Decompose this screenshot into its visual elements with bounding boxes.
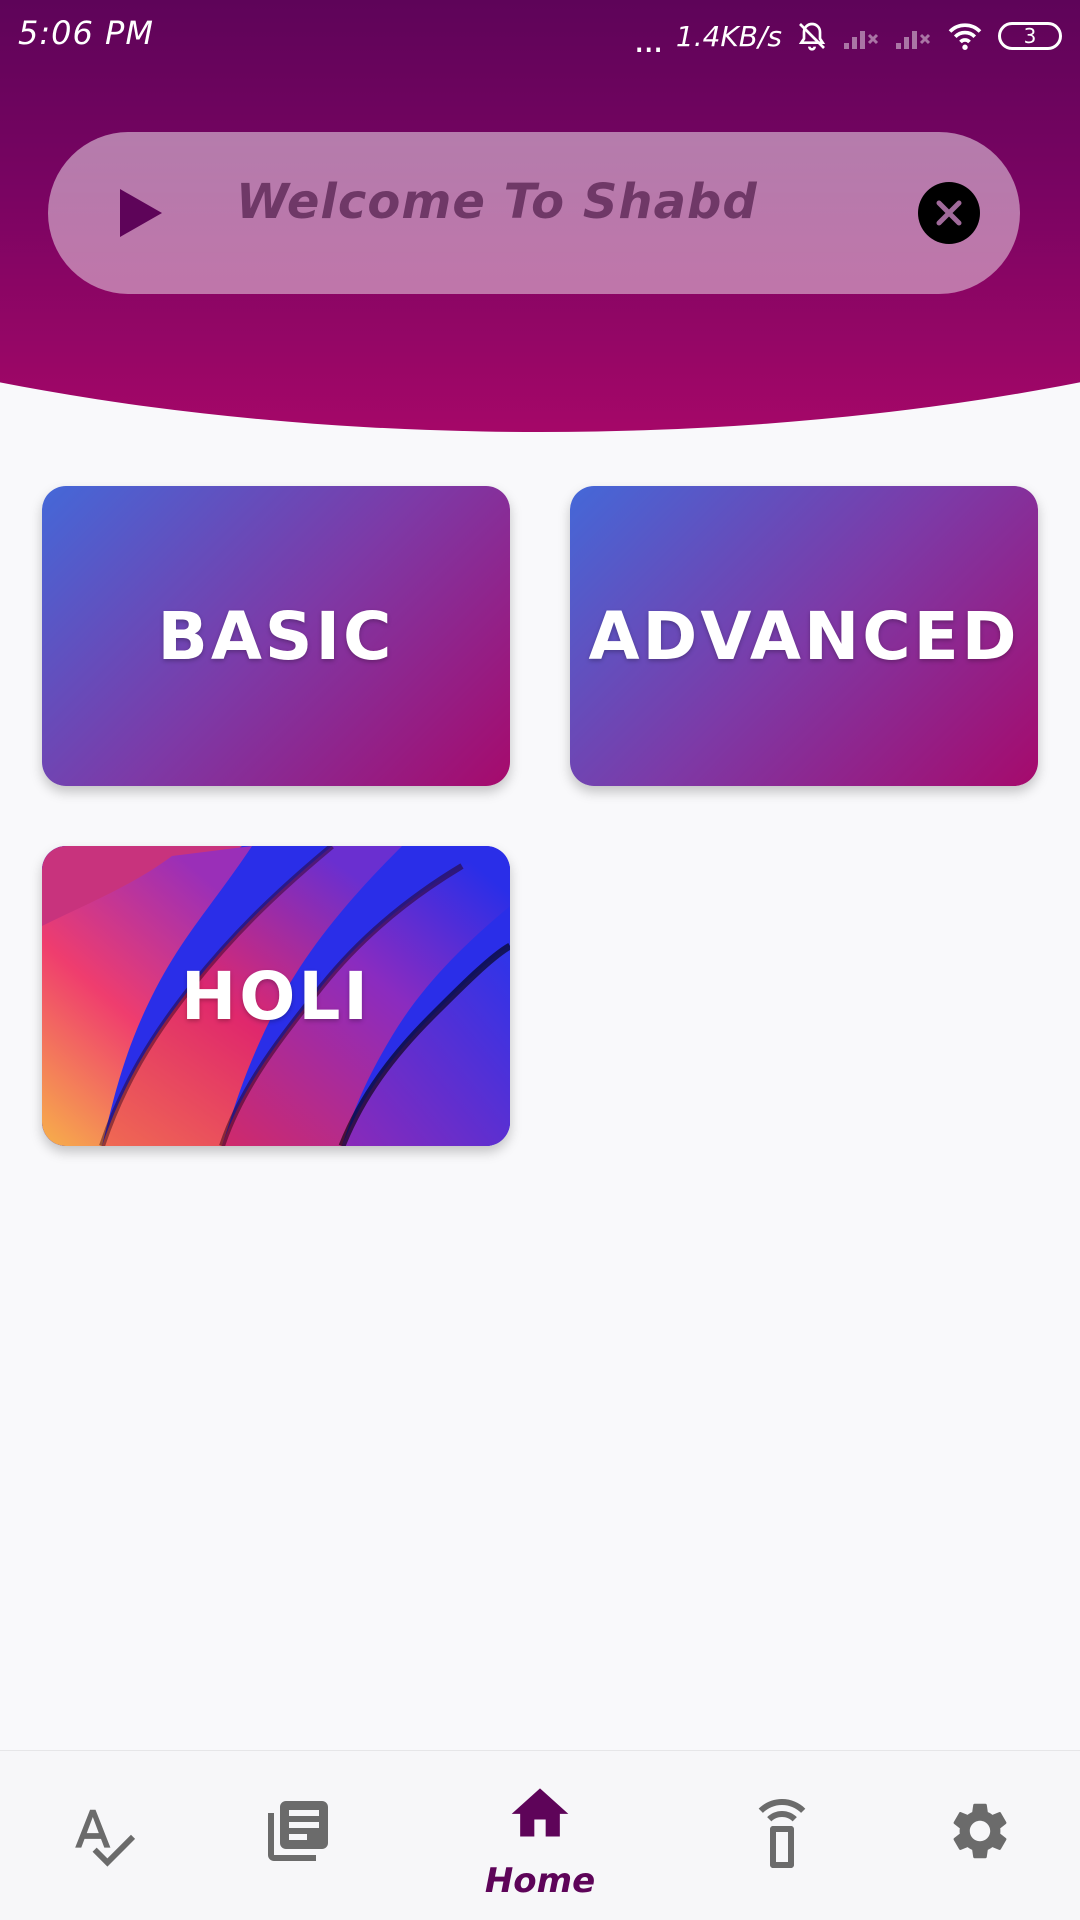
more-dots: ...	[633, 20, 664, 61]
settings-gear-icon	[953, 1803, 1007, 1859]
welcome-text: Welcome To Shabd	[236, 174, 758, 230]
signal-icon	[896, 31, 931, 49]
basic-card-label: BASIC	[157, 597, 395, 675]
bottom-navigation: Home	[0, 1750, 1080, 1920]
bell-off-icon	[798, 22, 826, 51]
library-books-icon	[268, 1801, 328, 1861]
nav-item-library[interactable]	[218, 1751, 378, 1920]
welcome-banner[interactable]: Welcome To Shabd	[48, 132, 1020, 294]
advanced-card-label: ADVANCED	[588, 597, 1020, 675]
network-speed: 1.4KB/s	[675, 19, 782, 53]
nav-item-settings[interactable]	[900, 1751, 1060, 1920]
battery-icon: 3	[998, 22, 1062, 50]
basic-card[interactable]: BASIC	[42, 486, 510, 786]
holi-card-label: HOLI	[181, 957, 371, 1035]
wifi-icon	[948, 23, 982, 50]
close-button[interactable]	[918, 182, 980, 244]
play-icon[interactable]	[112, 185, 168, 241]
holi-card[interactable]: HOLI	[42, 846, 510, 1146]
remote-device-icon	[758, 1799, 806, 1868]
nav-item-home[interactable]: Home	[460, 1751, 620, 1920]
status-time: 5:06 PM	[18, 14, 154, 52]
nav-item-spellcheck[interactable]	[22, 1751, 182, 1920]
signal-icon	[844, 31, 879, 49]
status-icons: ... 1.4KB/s 3	[633, 14, 1062, 61]
nav-home-label: Home	[484, 1861, 596, 1901]
spellcheck-icon	[75, 1809, 136, 1867]
home-icon	[511, 1788, 569, 1837]
advanced-card[interactable]: ADVANCED	[570, 486, 1038, 786]
status-bar: 5:06 PM ... 1.4KB/s 3	[0, 0, 1080, 72]
close-icon	[936, 200, 962, 226]
nav-item-remote[interactable]	[702, 1751, 862, 1920]
battery-level: 3	[1023, 24, 1037, 48]
